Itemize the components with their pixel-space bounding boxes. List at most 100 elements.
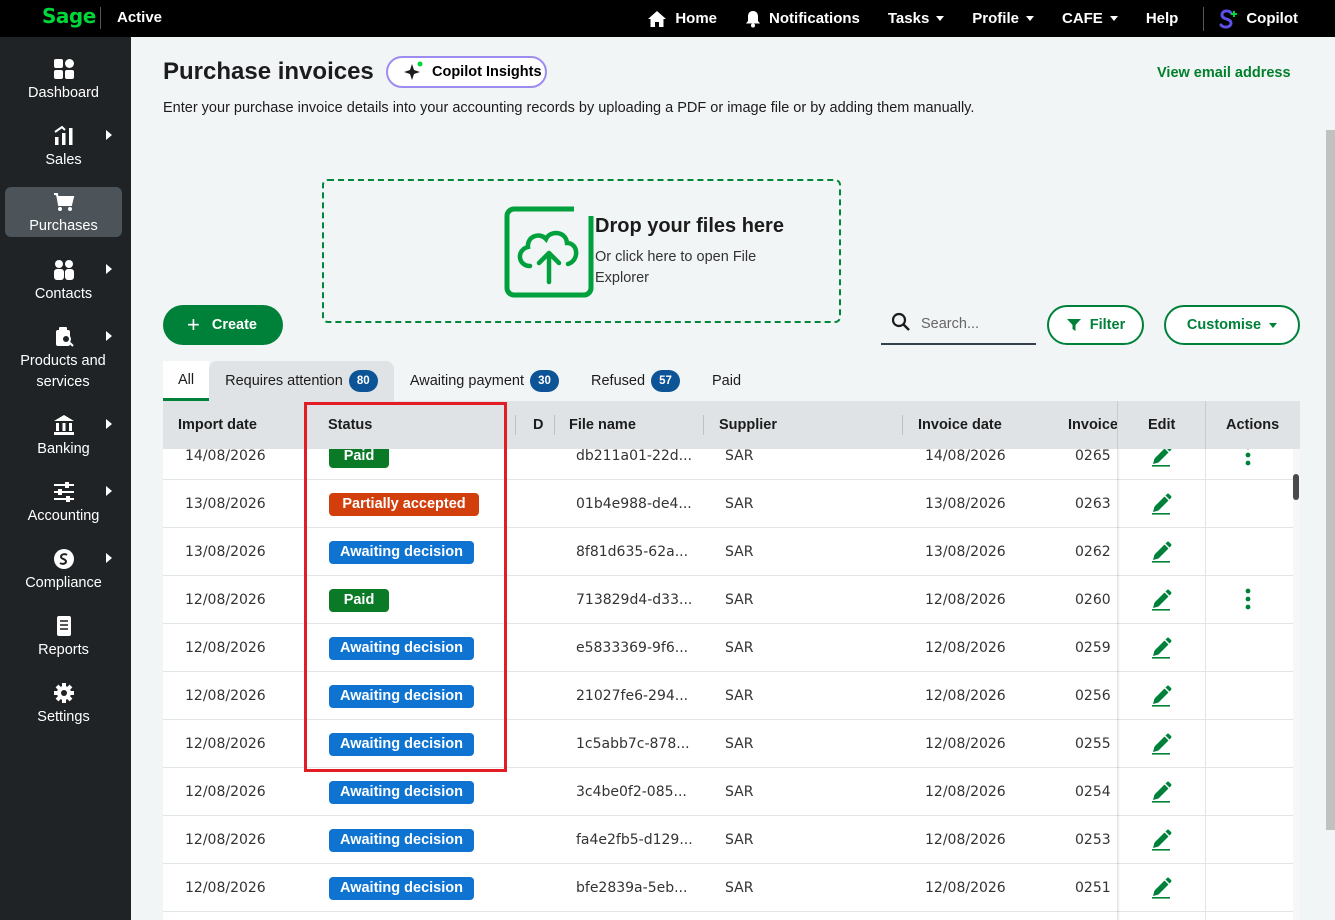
tab-paid[interactable]: Paid: [696, 361, 757, 401]
tab-requires-attention[interactable]: Requires attention 80: [209, 361, 394, 401]
sidebar-item-label: Reports: [38, 642, 89, 658]
cell-invoice-number: 0260: [1075, 592, 1111, 608]
tab-label: Paid: [712, 373, 742, 389]
nav-business-switcher[interactable]: CAFE: [1048, 0, 1132, 37]
nav-help[interactable]: Help: [1132, 0, 1204, 37]
cell-import-date: 12/08/2026: [185, 592, 266, 608]
edit-pencil-icon[interactable]: [1150, 829, 1172, 856]
business-status[interactable]: Active: [117, 9, 162, 26]
cell-invoice-number: 0256: [1075, 688, 1111, 704]
column-header-actions: Actions: [1226, 417, 1280, 433]
table-scrollbar-thumb[interactable]: [1293, 474, 1299, 500]
sidebar-item-label: Accounting: [27, 508, 100, 524]
sidebar-item-sales[interactable]: Sales: [5, 121, 122, 171]
nav-tasks[interactable]: Tasks: [874, 0, 958, 37]
cell-file-name: 1c5abb7c-878...: [576, 736, 690, 752]
sidebar-item-label: Sales: [45, 152, 82, 168]
copilot-insights-button[interactable]: Copilot Insights: [386, 56, 547, 88]
cell-invoice-date: 13/08/2026: [925, 544, 1006, 560]
tab-awaiting-payment[interactable]: Awaiting payment 30: [394, 361, 575, 401]
create-button[interactable]: + Create: [163, 305, 283, 345]
cell-invoice-date: 12/08/2026: [925, 688, 1006, 704]
edit-pencil-icon[interactable]: [1150, 685, 1172, 712]
sidebar-item-reports[interactable]: Reports: [5, 611, 122, 661]
edit-pencil-icon[interactable]: [1150, 493, 1172, 520]
view-email-address-link[interactable]: View email address: [1157, 65, 1291, 81]
sidebar-item-accounting[interactable]: Accounting: [5, 477, 122, 527]
table-row[interactable]: 12/08/2026 fa4e2fb5-d129... SAR 12/08/2026 0…: [163, 816, 1293, 864]
column-header-invoice[interactable]: Invoice: [1068, 401, 1118, 449]
column-divider: [1205, 401, 1206, 449]
cell-file-name: 8f81d635-62a...: [576, 544, 689, 560]
create-label: Create: [211, 317, 257, 333]
sidebar-item-settings[interactable]: Settings: [5, 678, 122, 728]
sidebar-item-label: Purchases: [29, 218, 98, 234]
column-header-file-name[interactable]: File name: [569, 401, 636, 449]
page-scrollbar[interactable]: [1326, 130, 1335, 830]
nav-profile[interactable]: Profile: [958, 0, 1048, 37]
column-header-d[interactable]: D: [533, 401, 543, 449]
page-title: Purchase invoices: [163, 58, 374, 85]
table-row[interactable]: 12/08/2026 bfe2839a-5eb... SAR 12/08/2026 02…: [163, 864, 1293, 912]
filter-button[interactable]: Filter: [1047, 305, 1144, 345]
tab-label: Refused: [591, 373, 646, 389]
search-input[interactable]: [921, 316, 1031, 332]
nav-home[interactable]: Home: [633, 0, 731, 37]
sidebar-item-compliance[interactable]: Compliance: [5, 544, 122, 594]
chevron-down-icon: [1109, 16, 1118, 21]
tab-refused[interactable]: Refused 57: [575, 361, 696, 401]
filter-icon: [1066, 319, 1081, 331]
customise-button[interactable]: Customise: [1164, 305, 1300, 345]
nav-tasks-label: Tasks: [887, 10, 930, 27]
column-header-edit: Edit: [1148, 417, 1176, 433]
column-header-import-date[interactable]: Import date: [178, 401, 257, 449]
dropzone-title: Drop your files here: [595, 215, 784, 237]
edit-pencil-icon[interactable]: [1150, 877, 1172, 904]
sidebar-item-label: Banking: [37, 441, 90, 457]
sidebar-item-label: Contacts: [34, 286, 93, 302]
more-actions-icon[interactable]: [1245, 588, 1251, 615]
sage-logo[interactable]: Sage: [42, 4, 96, 28]
cell-file-name: fa4e2fb5-d129...: [576, 832, 693, 848]
cell-supplier: SAR: [725, 592, 754, 608]
cell-import-date: 13/08/2026: [185, 544, 266, 560]
edit-pencil-icon[interactable]: [1150, 781, 1172, 808]
column-header-invoice-date[interactable]: Invoice date: [918, 401, 1002, 449]
edit-pencil-icon[interactable]: [1150, 541, 1172, 568]
cell-invoice-date: 13/08/2026: [925, 496, 1006, 512]
edit-pencil-icon[interactable]: [1150, 589, 1172, 616]
edit-pencil-icon[interactable]: [1150, 637, 1172, 664]
column-header-supplier[interactable]: Supplier: [719, 401, 777, 449]
search-icon: [891, 312, 911, 337]
cell-invoice-date: 12/08/2026: [925, 784, 1006, 800]
search-field[interactable]: [881, 305, 1036, 345]
table-row[interactable]: 12/08/2026 3c4be0f2-085... SAR 12/08/2026 02…: [163, 768, 1293, 816]
column-divider[interactable]: [515, 415, 516, 435]
edit-pencil-icon[interactable]: [1150, 445, 1172, 472]
tab-label: All: [178, 371, 195, 388]
nav-copilot[interactable]: Copilot: [1204, 0, 1335, 37]
chevron-right-icon: [106, 331, 112, 341]
tab-all[interactable]: All: [163, 361, 210, 401]
sliders-icon: [53, 481, 75, 507]
column-divider[interactable]: [902, 415, 903, 435]
cloud-upload-icon: [504, 206, 594, 303]
column-divider[interactable]: [703, 415, 704, 435]
chevron-down-icon: [1025, 16, 1034, 21]
table-scrollbar[interactable]: [1293, 449, 1300, 920]
cell-import-date: 12/08/2026: [185, 640, 266, 656]
nav-notifications[interactable]: Notifications: [731, 0, 874, 37]
sidebar-item-purchases[interactable]: Purchases: [5, 187, 122, 237]
sidebar-item-products-and-services[interactable]: Products and services: [5, 322, 122, 392]
sidebar-item-dashboard[interactable]: Dashboard: [5, 54, 122, 104]
cell-supplier: SAR: [725, 640, 754, 656]
products-icon: [53, 326, 75, 352]
file-dropzone[interactable]: Drop your files here Or click here to op…: [322, 179, 841, 323]
sidebar-item-banking[interactable]: Banking: [5, 410, 122, 460]
top-nav: Home Notifications Tasks Profile CAFE He…: [633, 0, 1335, 37]
sidebar-item-contacts[interactable]: Contacts: [5, 255, 122, 305]
column-divider[interactable]: [554, 415, 555, 435]
cell-invoice-date: 12/08/2026: [925, 592, 1006, 608]
edit-pencil-icon[interactable]: [1150, 733, 1172, 760]
report-icon: [53, 615, 75, 641]
